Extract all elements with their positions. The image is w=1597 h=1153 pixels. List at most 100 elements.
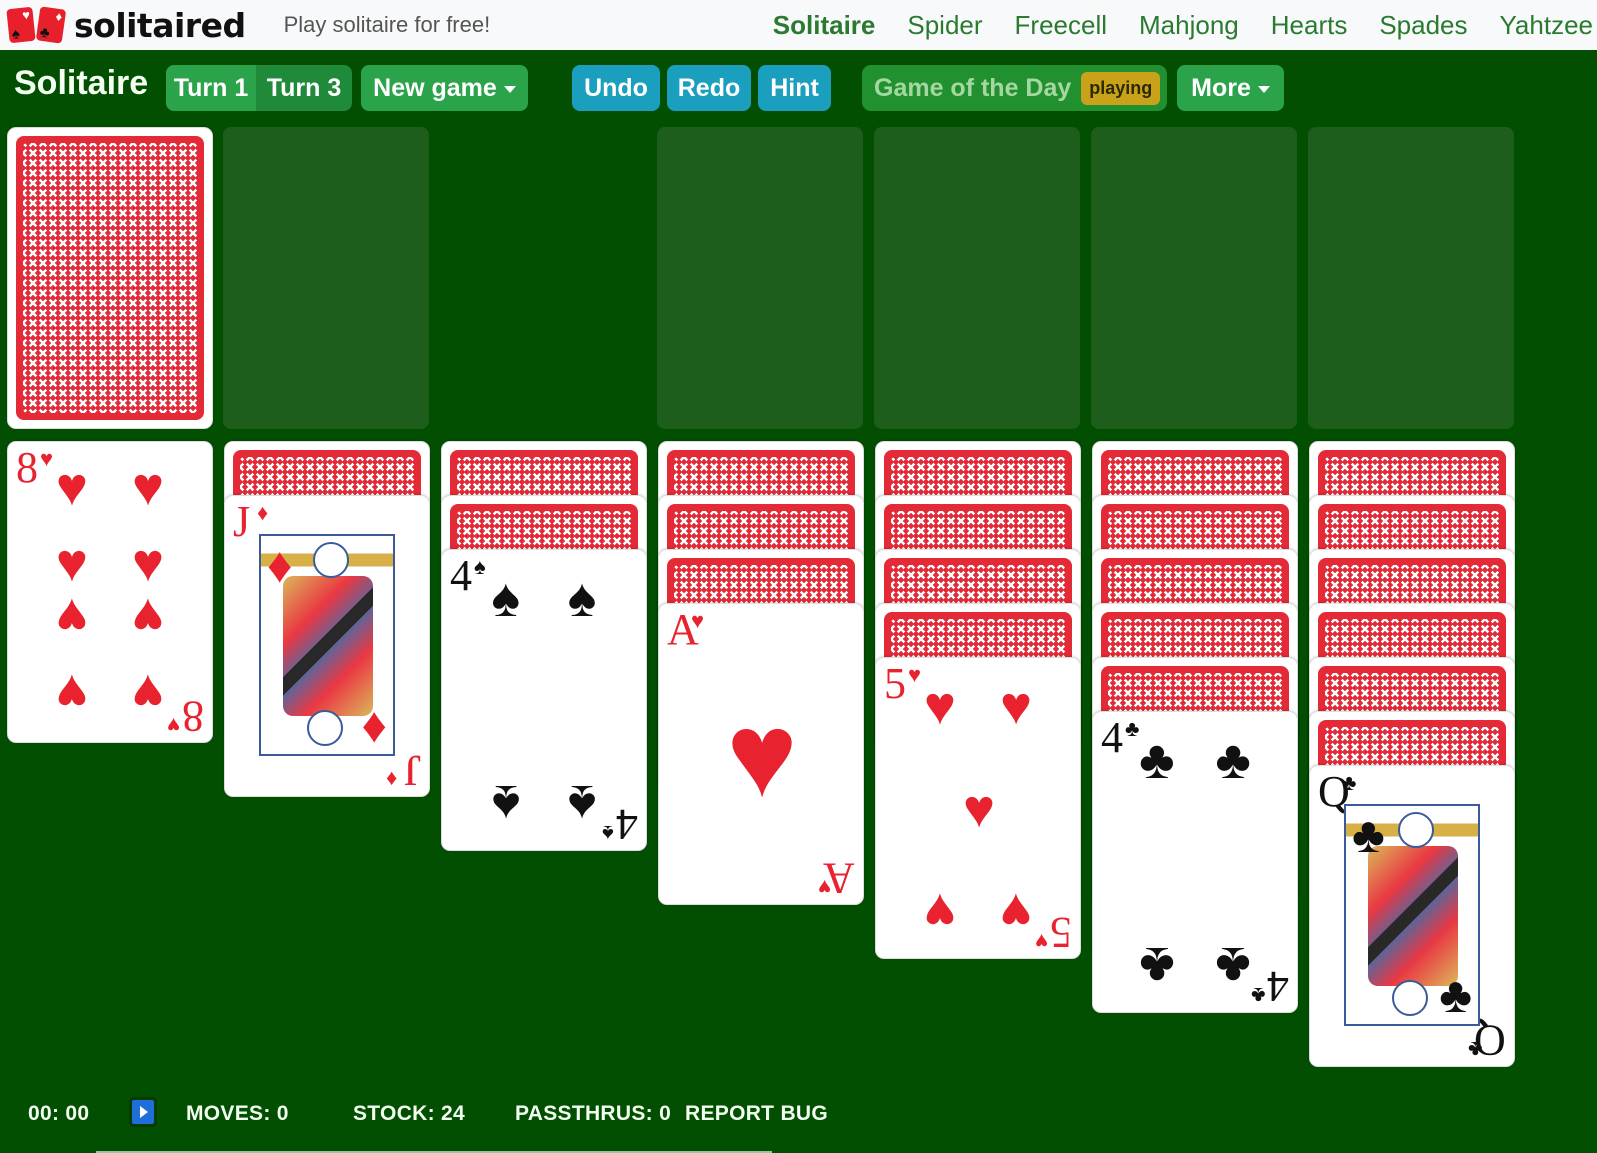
suit-pip-icon: ♥ bbox=[132, 587, 165, 648]
redo-button[interactable]: Redo bbox=[667, 65, 751, 111]
nav-link-freecell[interactable]: Freecell bbox=[1015, 10, 1107, 41]
suit-icon: ♥ bbox=[691, 608, 705, 633]
turn-mode-toggle: Turn 1 Turn 3 bbox=[166, 65, 352, 111]
suit-icon: ♣ bbox=[1125, 716, 1140, 741]
game-toolbar: Solitaire Turn 1 Turn 3 New game Undo Re… bbox=[0, 62, 1597, 112]
undo-button[interactable]: Undo bbox=[572, 65, 660, 111]
court-head-icon bbox=[1398, 812, 1434, 848]
nav-link-spades[interactable]: Spades bbox=[1379, 10, 1467, 41]
suit-pip-icon: ♣ bbox=[1215, 730, 1251, 791]
card-rank: 8 bbox=[16, 443, 38, 492]
suit-icon: ♦ bbox=[385, 767, 397, 792]
report-bug-link[interactable]: REPORT BUG bbox=[685, 1102, 828, 1126]
suit-icon: ♦ bbox=[257, 500, 269, 525]
suit-pip-icon: ♠ bbox=[567, 568, 597, 629]
foundation-4[interactable] bbox=[1308, 127, 1514, 429]
suit-icon: ♠ bbox=[602, 821, 614, 846]
logo-card-diamond-club-icon: ♦ ♣ bbox=[35, 6, 67, 44]
status-bar: 00: 00 MOVES: 0 STOCK: 24 PASSTHRUS: 0 R… bbox=[0, 1096, 900, 1132]
play-pause-button[interactable] bbox=[132, 1100, 154, 1124]
card-rank-inverted: 4 bbox=[1267, 962, 1289, 1011]
tagline: Play solitaire for free! bbox=[283, 12, 491, 37]
card-4-black[interactable]: 4 ♠ 4 ♠ ♠ ♠ ♠ ♠ bbox=[441, 549, 647, 851]
more-dropdown[interactable]: More bbox=[1177, 65, 1284, 111]
card-rank-inverted: 5 bbox=[1050, 908, 1072, 957]
card-J-red[interactable]: J ♦ J ♦ ♦ ♦ bbox=[224, 495, 430, 797]
nav-link-mahjong[interactable]: Mahjong bbox=[1139, 10, 1239, 41]
court-head-icon bbox=[307, 710, 343, 746]
card-A-red[interactable]: A ♥ A ♥ ♥ bbox=[658, 603, 864, 905]
suit-pip-icon: ♥ bbox=[923, 676, 956, 737]
suit-pip-icon: ♥ bbox=[1000, 881, 1033, 942]
card-Q-black[interactable]: Q ♣ Q ♣ ♣ ♣ bbox=[1309, 765, 1515, 1067]
timer: 00: 00 bbox=[28, 1102, 90, 1125]
game-nav-links: Solitaire Spider Freecell Mahjong Hearts… bbox=[757, 0, 1597, 50]
court-card-artwork: ♦ ♦ bbox=[259, 534, 395, 756]
turn-1-button[interactable]: Turn 1 bbox=[166, 65, 256, 111]
suit-pip-icon: ♥ bbox=[132, 532, 165, 593]
page-title: Solitaire bbox=[14, 64, 149, 102]
logo-card-heart-spade-icon: ♥ ♠ bbox=[6, 6, 36, 44]
moves-counter: MOVES: 0 bbox=[186, 1102, 289, 1125]
suit-pip-icon: ♥ bbox=[923, 881, 956, 942]
hint-button[interactable]: Hint bbox=[758, 65, 831, 111]
nav-link-hearts[interactable]: Hearts bbox=[1271, 10, 1348, 41]
card-rank: 4 bbox=[1101, 713, 1123, 762]
more-label: More bbox=[1191, 73, 1251, 102]
nav-link-spider[interactable]: Spider bbox=[907, 10, 982, 41]
logo[interactable]: ♥ ♠ ♦ ♣ solitaired bbox=[6, 5, 246, 45]
turn-3-button[interactable]: Turn 3 bbox=[256, 65, 352, 111]
card-5-red[interactable]: 5 ♥ 5 ♥ ♥ ♥ ♥ ♥ ♥ bbox=[875, 657, 1081, 959]
suit-icon: ♣ bbox=[1250, 983, 1265, 1008]
suit-pip-icon: ♥ bbox=[1000, 676, 1033, 737]
brand-name: solitaired bbox=[74, 5, 246, 45]
play-icon bbox=[140, 1106, 148, 1118]
suit-icon: ♥ bbox=[817, 875, 831, 900]
suit-pip-icon: ♣ bbox=[1139, 730, 1175, 791]
suit-pip-icon: ♣ bbox=[1215, 935, 1251, 996]
game-of-the-day-button[interactable]: Game of the Day playing bbox=[862, 65, 1167, 111]
suit-icon: ♥ bbox=[166, 713, 180, 738]
suit-icon: ♣ bbox=[1342, 770, 1357, 795]
foundation-1[interactable] bbox=[657, 127, 863, 429]
court-figure-icon bbox=[283, 576, 373, 716]
suit-pip-icon: ♠ bbox=[491, 568, 521, 629]
suit-pip-icon: ♥ bbox=[962, 779, 996, 839]
waste-pile[interactable] bbox=[223, 127, 429, 429]
stock-pile[interactable] bbox=[7, 127, 213, 429]
card-4-black[interactable]: 4 ♣ 4 ♣ ♣ ♣ ♣ ♣ bbox=[1092, 711, 1298, 1013]
suit-pip-icon: ♣ bbox=[1439, 967, 1472, 1023]
suit-icon: ♣ bbox=[1467, 1037, 1482, 1062]
card-8-red[interactable]: 8 ♥ 8 ♥ ♥ ♥ ♥ ♥ ♥ ♥ ♥ ♥ bbox=[7, 441, 213, 743]
nav-link-yahtzee[interactable]: Yahtzee bbox=[1500, 10, 1593, 41]
suit-pip-icon: ♦ bbox=[267, 537, 293, 593]
suit-pip-icon: ♥ bbox=[726, 688, 798, 822]
card-rank: 4 bbox=[450, 551, 472, 600]
card-rank-inverted: 4 bbox=[616, 800, 638, 849]
card-rank-inverted: 8 bbox=[182, 692, 204, 741]
suit-icon: ♥ bbox=[1034, 929, 1048, 954]
stock-counter: STOCK: 24 bbox=[353, 1102, 466, 1125]
suit-icon: ♥ bbox=[40, 446, 54, 471]
suit-icon: ♥ bbox=[908, 662, 922, 687]
suit-pip-icon: ♥ bbox=[132, 662, 165, 723]
caret-down-icon bbox=[1257, 85, 1270, 93]
game-of-the-day-label: Game of the Day bbox=[874, 73, 1072, 102]
suit-pip-icon: ♥ bbox=[55, 532, 88, 593]
suit-pip-icon: ♦ bbox=[361, 697, 387, 753]
court-card-artwork: ♣ ♣ bbox=[1344, 804, 1480, 1026]
new-game-dropdown[interactable]: New game bbox=[361, 65, 528, 111]
logo-cards-icon: ♥ ♠ ♦ ♣ bbox=[6, 6, 67, 44]
card-rank-inverted: J bbox=[403, 746, 421, 795]
passthrus-counter: PASSTHRUS: 0 bbox=[515, 1102, 672, 1125]
suit-pip-icon: ♠ bbox=[567, 773, 597, 834]
nav-link-solitaire[interactable]: Solitaire bbox=[773, 10, 876, 41]
suit-pip-icon: ♣ bbox=[1139, 935, 1175, 996]
foundation-2[interactable] bbox=[874, 127, 1080, 429]
suit-pip-icon: ♣ bbox=[1352, 807, 1385, 863]
new-game-label: New game bbox=[373, 73, 497, 102]
card-back-pattern bbox=[23, 143, 197, 413]
foundation-3[interactable] bbox=[1091, 127, 1297, 429]
card-rank: J bbox=[233, 497, 251, 546]
suit-pip-icon: ♥ bbox=[55, 587, 88, 648]
